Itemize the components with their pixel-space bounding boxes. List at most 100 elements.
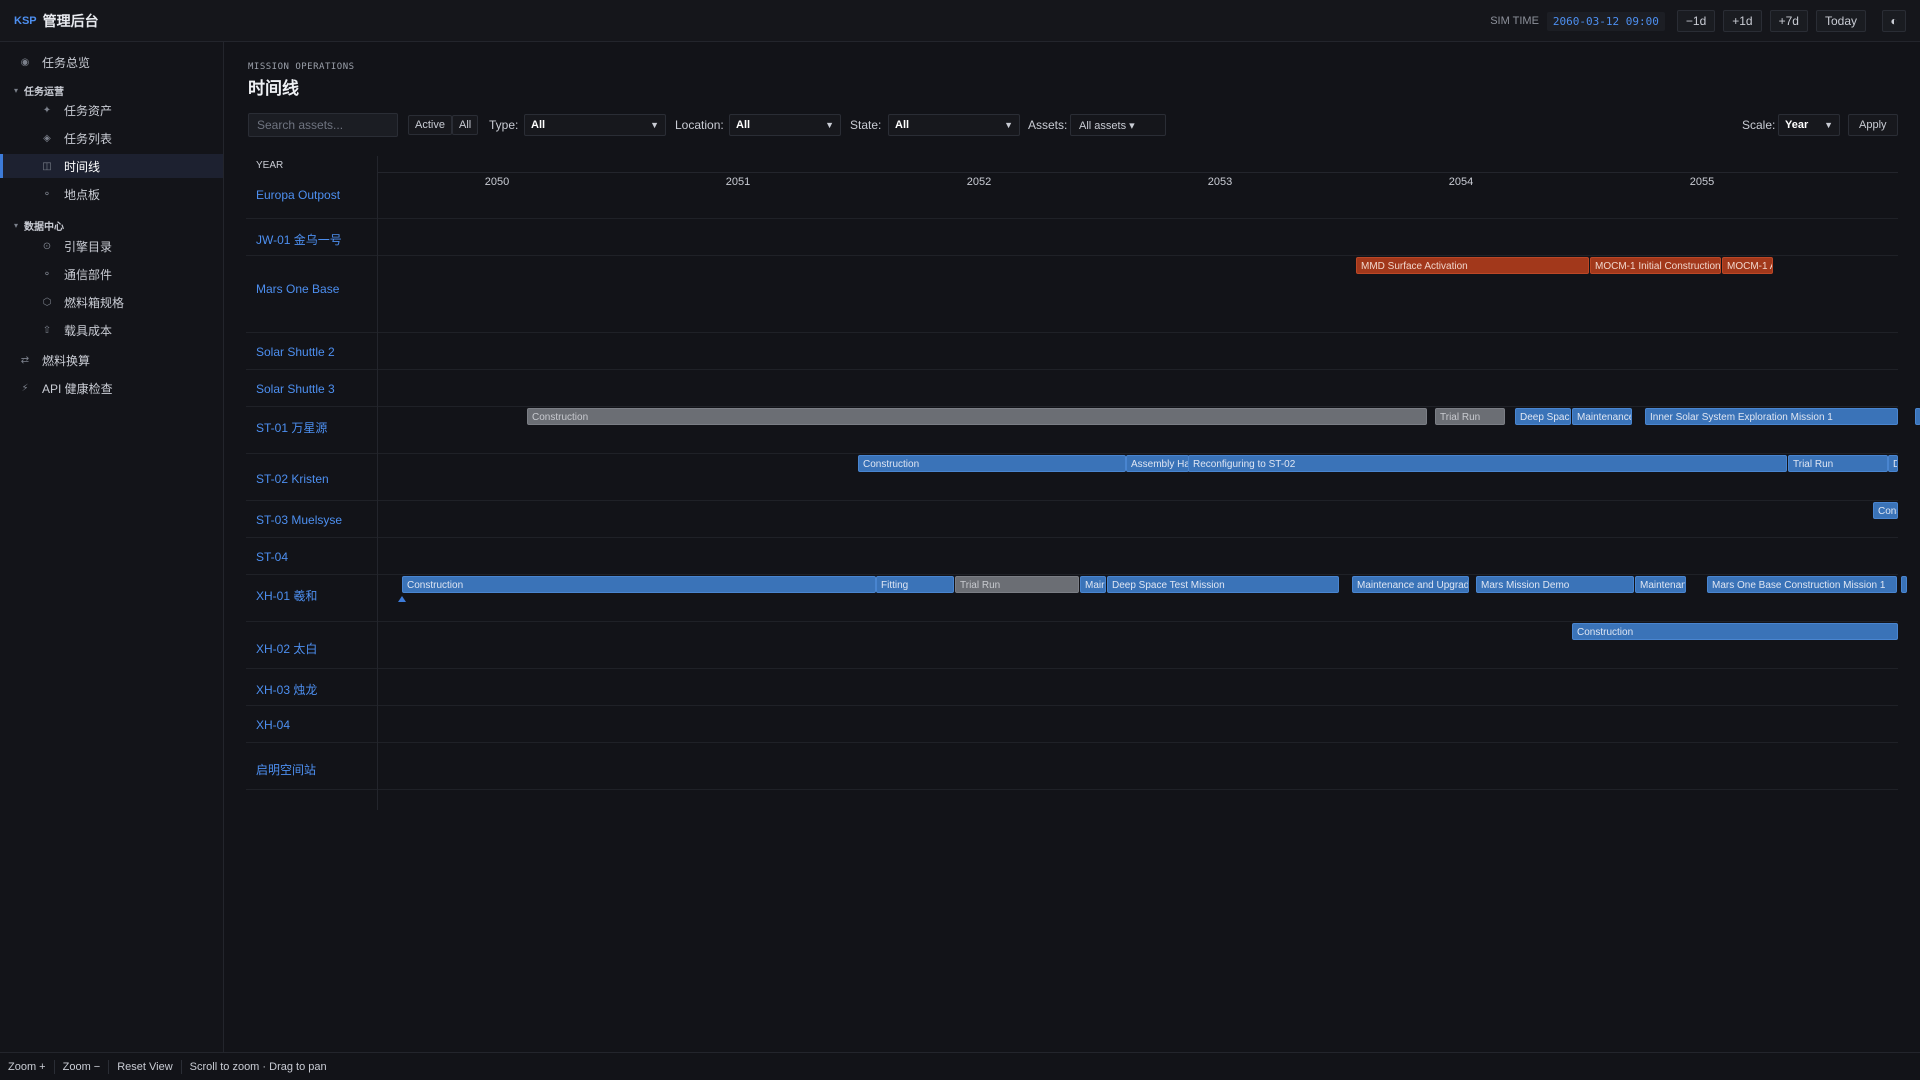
timeline-bar[interactable] <box>1915 408 1920 425</box>
sidebar-item-label: 时间线 <box>64 159 101 174</box>
timeline-bar[interactable]: Deep <box>1888 455 1898 472</box>
asset-link[interactable]: XH-03 烛龙 <box>256 681 317 698</box>
asset-link[interactable]: XH-02 太白 <box>256 640 317 657</box>
timeline-bar[interactable]: Inner Solar System Exploration Mission 1 <box>1645 408 1898 425</box>
active-filter-button[interactable]: Active <box>408 115 452 135</box>
plus-1d-button[interactable]: +1d <box>1723 10 1762 32</box>
today-button[interactable]: Today <box>1815 10 1866 32</box>
timeline-bar[interactable]: Construction <box>402 576 876 593</box>
timeline-bar[interactable]: MOCM-1 A <box>1722 257 1773 274</box>
timeline-row: Solar Shuttle 2 <box>246 333 1898 370</box>
timeline-bar[interactable]: MMD Surface Activation <box>1356 257 1589 274</box>
sidebar-item-overview[interactable]: ◉ 任务总览 <box>0 50 223 74</box>
sidebar-group-label: 数据中心 <box>24 222 65 233</box>
asset-link[interactable]: Mars One Base <box>256 282 339 296</box>
theme-toggle-icon[interactable]: ◐ <box>1882 10 1906 32</box>
asset-link[interactable]: XH-01 羲和 <box>256 587 317 604</box>
asset-link[interactable]: ST-02 Kristen <box>256 472 329 486</box>
timeline-chart[interactable]: YEAR 2050 2051 2052 2053 2054 2055 Europa Out… <box>246 156 1920 810</box>
timeline-row: ST-04 <box>246 538 1898 575</box>
timeline-bar[interactable]: Trial Run <box>955 576 1079 593</box>
timeline-bar[interactable]: Deep Space <box>1515 408 1571 425</box>
all-filter-button[interactable]: All <box>452 115 479 135</box>
timeline-bar[interactable]: Constructi <box>1873 502 1898 519</box>
timeline-bar[interactable]: Fitting <box>876 576 954 593</box>
sidebar-group-data-center[interactable]: ▾ 数据中心 <box>14 218 64 233</box>
timeline-row: XH-01 羲和 Construction Fitting Trial Run Mair… <box>246 575 1907 622</box>
asset-link[interactable]: 启明空间站 <box>256 761 316 778</box>
asset-link[interactable]: ST-03 Muelsyse <box>256 513 342 527</box>
caret-down-icon: ▾ <box>14 221 19 230</box>
zoom-out-button[interactable]: Zoom − <box>55 1061 109 1073</box>
top-bar: KSP 管理后台 SIM TIME 2060-03-12 09:00 −1d +… <box>0 0 1920 42</box>
timeline-row: ST-02 Kristen Construction Assembly Hal Rec… <box>246 454 1898 501</box>
location-select-value: All <box>736 119 751 131</box>
brand[interactable]: KSP 管理后台 <box>14 11 99 31</box>
location-select[interactable]: All ▼ <box>729 114 841 136</box>
reset-view-button[interactable]: Reset View <box>109 1061 180 1073</box>
timeline-row: Europa Outpost <box>246 172 1898 219</box>
sidebar-item-fuel-tanks[interactable]: ⬡ 燃料箱规格 <box>0 290 223 314</box>
asset-link[interactable]: Solar Shuttle 2 <box>256 345 335 359</box>
sidebar-item-fuel-calc[interactable]: ⇄ 燃料换算 <box>0 348 223 372</box>
apply-button[interactable]: Apply <box>1848 114 1898 136</box>
plus-7d-button[interactable]: +7d <box>1769 10 1808 32</box>
asset-link[interactable]: ST-01 万星源 <box>256 419 327 436</box>
timeline-bar[interactable]: Trial Run <box>1435 408 1505 425</box>
sidebar-item-location-board[interactable]: ⚬ 地点板 <box>0 182 223 206</box>
timeline-bar[interactable]: Mars One Base Construction Mission 1 <box>1707 576 1897 593</box>
chevron-down-icon: ▼ <box>825 120 834 130</box>
asset-link[interactable]: Europa Outpost <box>256 188 340 202</box>
timeline-bar[interactable]: Mai <box>1901 576 1907 593</box>
sim-time-controls: SIM TIME 2060-03-12 09:00 −1d +1d +7d To… <box>1490 0 1920 42</box>
scale-select[interactable]: Year ▼ <box>1778 114 1840 136</box>
sidebar-item-engines[interactable]: ⊙ 引擎目录 <box>0 234 223 258</box>
type-select[interactable]: All ▼ <box>524 114 666 136</box>
timeline-bar[interactable]: MOCM-1 Initial Construction <box>1590 257 1721 274</box>
state-select[interactable]: All ▼ <box>888 114 1020 136</box>
scale-label: Scale: <box>1742 118 1776 132</box>
current-time-marker <box>398 596 406 602</box>
timeline-bar[interactable]: Assembly Hal <box>1126 455 1189 472</box>
timeline-bar[interactable]: Construction <box>527 408 1427 425</box>
sidebar-item-label: 地点板 <box>64 187 101 202</box>
sidebar-item-comms[interactable]: ⚬ 通信部件 <box>0 262 223 286</box>
rocket-icon: ⇧ <box>42 324 52 336</box>
sidebar-group-mission-ops[interactable]: ▾ 任务运营 <box>14 83 64 98</box>
page-title: 时间线 <box>248 79 299 98</box>
asset-link[interactable]: ST-04 <box>256 550 288 564</box>
sidebar-item-missions[interactable]: ◈ 任务列表 <box>0 126 223 150</box>
page-subtitle: MISSION OPERATIONS <box>248 62 355 72</box>
hexagon-icon: ⬡ <box>42 296 52 308</box>
asset-link[interactable]: Solar Shuttle 3 <box>256 382 335 396</box>
timeline-bar[interactable]: Maintenance and Upgrade <box>1352 576 1469 593</box>
sidebar-item-vehicle-cost[interactable]: ⇧ 载具成本 <box>0 318 223 342</box>
type-label: Type: <box>489 118 519 132</box>
timeline-bar[interactable]: Mair <box>1080 576 1106 593</box>
timeline-bar[interactable]: Trial Run <box>1788 455 1888 472</box>
timeline-bar[interactable]: Construction <box>858 455 1126 472</box>
asset-link[interactable]: JW-01 金乌一号 <box>256 231 342 248</box>
sidebar-item-api-health[interactable]: ⚡ API 健康检查 <box>0 376 223 400</box>
plug-icon: ⚡ <box>21 382 29 394</box>
timeline-row: ST-01 万星源 Construction Trial Run Deep Space… <box>246 407 1920 454</box>
zoom-in-button[interactable]: Zoom + <box>0 1061 54 1073</box>
app-title: 管理后台 <box>42 12 99 29</box>
sidebar-item-assets[interactable]: ✦ 任务资产 <box>0 98 223 122</box>
sidebar-item-timeline[interactable]: ◫ 时间线 <box>0 154 223 178</box>
timeline-bar[interactable]: Maintenance <box>1572 408 1632 425</box>
timeline-bar[interactable]: Mars Mission Demo <box>1476 576 1634 593</box>
timeline-bar[interactable]: Deep Space Test Mission <box>1107 576 1339 593</box>
search-input[interactable] <box>248 113 398 137</box>
sparkle-icon: ✦ <box>42 104 52 116</box>
asset-link[interactable]: XH-04 <box>256 718 290 732</box>
minus-1d-button[interactable]: −1d <box>1676 10 1716 32</box>
timeline-bar[interactable]: Maintenan <box>1635 576 1686 593</box>
sidebar-group-label: 任务运营 <box>24 87 65 98</box>
swap-icon: ⇄ <box>20 354 30 366</box>
timeline-bar[interactable]: Construction <box>1572 623 1898 640</box>
timeline-bar[interactable]: Reconfiguring to ST-02 <box>1188 455 1787 472</box>
assets-dropdown[interactable]: All assets ▾ <box>1070 114 1166 136</box>
chevron-down-icon: ▼ <box>1004 120 1013 130</box>
sidebar-item-label: 通信部件 <box>64 267 113 282</box>
